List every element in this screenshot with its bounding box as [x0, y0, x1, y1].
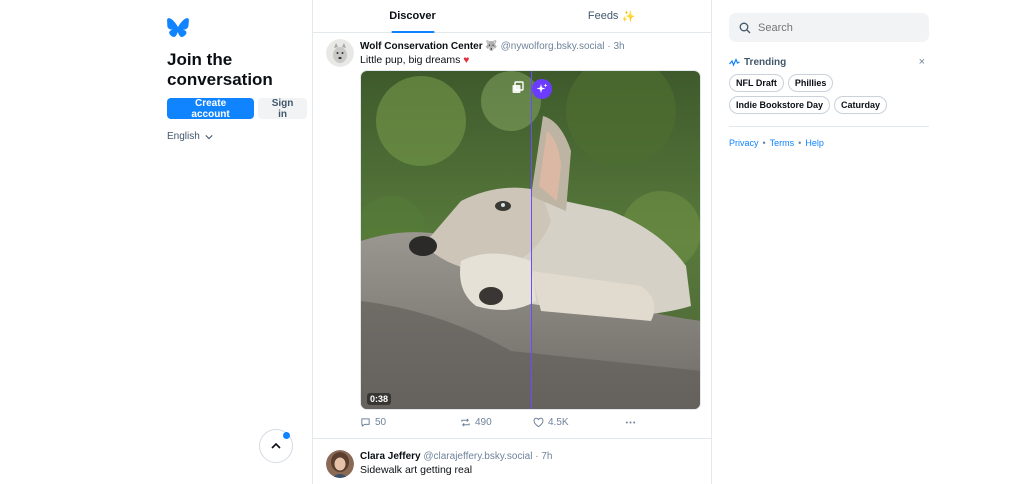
feed-column: Discover Feeds ✨ Wolf Conservation Cente… [312, 0, 712, 484]
author-name[interactable]: Clara Jeffery [360, 451, 421, 462]
create-account-button[interactable]: Create account [167, 98, 255, 120]
post-header: Wolf Conservation Center 🐺 @nywolforg.bs… [360, 41, 625, 52]
trending-title: Trending [744, 56, 787, 68]
more-dots-icon [625, 421, 636, 424]
sparkle-ai-button[interactable] [532, 79, 552, 99]
post-text: Little pup, big dreams ♥ [360, 54, 469, 66]
trending-chip[interactable]: NFL Draft [729, 74, 784, 92]
video-player[interactable]: 0:38 [360, 70, 701, 410]
language-label: English [167, 131, 200, 142]
sign-in-button[interactable]: Sign in [258, 98, 307, 120]
author-handle[interactable]: @nywolforg.bsky.social [501, 41, 605, 52]
terms-link[interactable]: Terms [770, 138, 795, 148]
trending-header: Trending × [729, 56, 929, 68]
like-button[interactable]: 4.5K [533, 417, 624, 428]
feed-post[interactable]: Wolf Conservation Center 🐺 @nywolforg.bs… [313, 33, 711, 439]
trending-topics: NFL Draft Phillies Indie Bookstore Day C… [729, 74, 899, 114]
compare-divider[interactable] [531, 71, 532, 409]
join-headline: Join the conversation [167, 50, 273, 89]
chevron-up-icon [271, 442, 281, 449]
feed-tabs: Discover Feeds ✨ [313, 0, 711, 33]
chevron-down-icon [205, 134, 213, 139]
post-text-body: Little pup, big dreams [360, 54, 461, 66]
tab-discover-label: Discover [389, 10, 436, 22]
feed-post[interactable]: Clara Jeffery @clarajeffery.bsky.social … [313, 439, 711, 484]
search-icon [739, 22, 751, 33]
trending-chip[interactable]: Caturday [834, 96, 888, 114]
butterfly-logo-icon[interactable] [167, 18, 189, 38]
search-box[interactable] [729, 13, 929, 42]
like-count: 4.5K [548, 417, 569, 428]
trending-icon [729, 57, 740, 67]
video-duration: 0:38 [367, 393, 392, 405]
language-selector[interactable]: English [167, 131, 307, 142]
reply-button[interactable]: 50 [360, 417, 460, 428]
author-handle[interactable]: @clarajeffery.bsky.social [423, 451, 532, 462]
heart-emoji-icon: ♥ [463, 55, 470, 66]
more-options-button[interactable] [624, 417, 637, 428]
search-input[interactable] [758, 21, 908, 34]
right-sidebar: Trending × NFL Draft Phillies Indie Book… [729, 13, 929, 148]
left-column: Join the conversation Create account Sig… [167, 18, 307, 142]
notification-dot [283, 432, 290, 439]
divider [729, 126, 929, 127]
post-time[interactable]: 3h [613, 41, 624, 52]
tab-feeds-label: Feeds [587, 10, 619, 22]
compare-icon[interactable] [511, 81, 525, 95]
repost-button[interactable]: 490 [460, 417, 533, 428]
privacy-link[interactable]: Privacy [729, 138, 759, 148]
repost-count: 490 [475, 417, 492, 428]
post-actions: 50 490 4.5K [360, 417, 701, 428]
wolf-emoji-icon: 🐺 [485, 41, 498, 52]
post-header: Clara Jeffery @clarajeffery.bsky.social … [360, 451, 553, 462]
trending-chip[interactable]: Phillies [787, 74, 834, 92]
avatar[interactable] [326, 450, 354, 478]
sparkle-icon: ✨ [621, 11, 636, 23]
help-link[interactable]: Help [805, 138, 824, 148]
tab-feeds[interactable]: Feeds ✨ [512, 0, 711, 32]
heart-icon [533, 417, 544, 428]
post-text: Sidewalk art getting real [360, 464, 473, 476]
scroll-to-top-button[interactable] [259, 429, 293, 463]
footer-links: Privacy • Terms • Help [729, 138, 824, 148]
tab-discover[interactable]: Discover [313, 0, 512, 33]
close-icon[interactable]: × [919, 56, 929, 68]
trending-chip[interactable]: Indie Bookstore Day [729, 96, 831, 114]
reply-count: 50 [375, 417, 387, 428]
repost-icon [461, 418, 470, 427]
post-time[interactable]: 7h [541, 451, 552, 462]
author-name[interactable]: Wolf Conservation Center [360, 41, 483, 52]
avatar[interactable] [326, 39, 354, 67]
sparkle-icon [536, 83, 548, 93]
comment-icon [361, 418, 370, 427]
